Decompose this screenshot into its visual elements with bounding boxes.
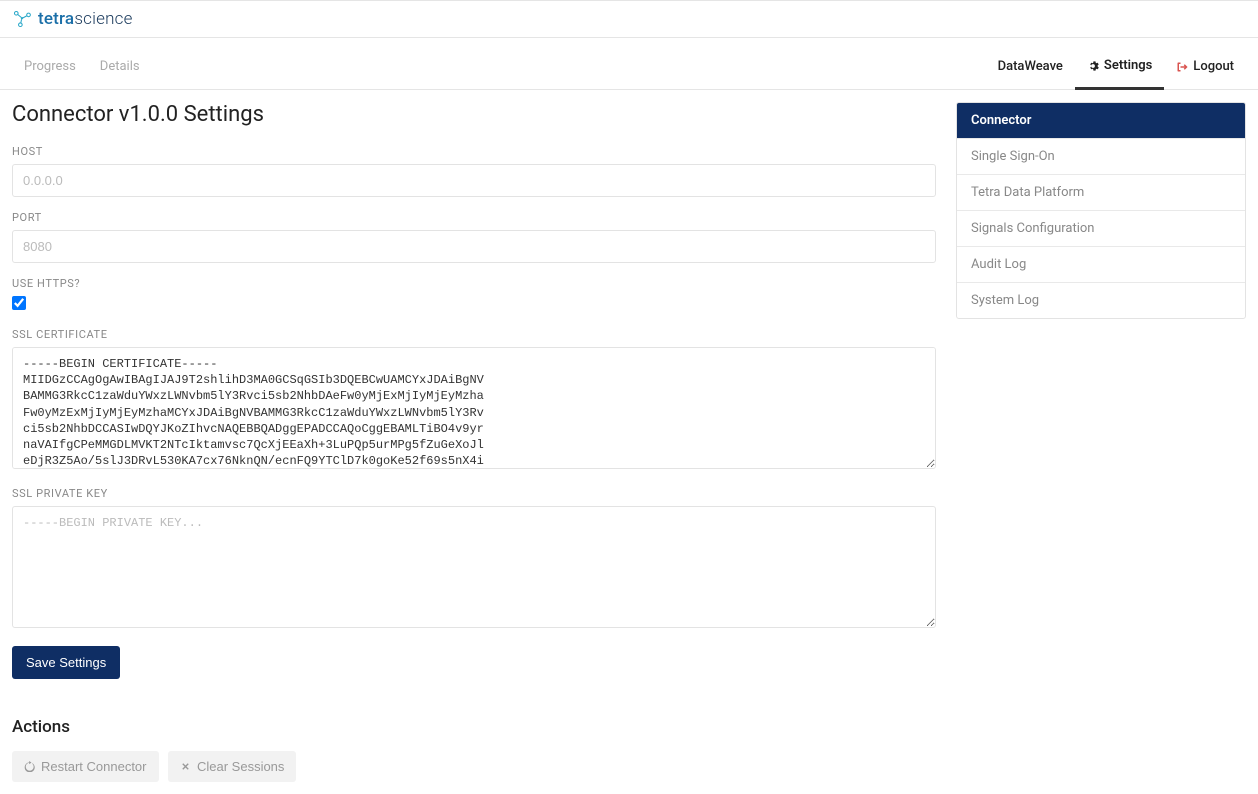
actions-heading: Actions [12,717,936,737]
port-label: PORT [12,211,936,224]
https-checkbox[interactable] [12,296,26,310]
save-settings-button[interactable]: Save Settings [12,646,120,679]
brand-logo[interactable]: tetrascience [12,9,133,29]
sidebar-item-audit-log[interactable]: Audit Log [957,247,1245,283]
close-icon [180,761,191,772]
host-input[interactable] [12,164,936,197]
sidebar-item-tdp[interactable]: Tetra Data Platform [957,175,1245,211]
ssl-key-label: SSL PRIVATE KEY [12,487,936,500]
settings-sidebar: Connector Single Sign-On Tetra Data Plat… [956,102,1246,319]
page-title: Connector v1.0.0 Settings [12,102,936,127]
content: Connector v1.0.0 Settings HOST PORT USE … [0,90,1258,794]
tab-details[interactable]: Details [88,45,152,88]
restart-connector-button[interactable]: Restart Connector [12,751,159,782]
sidebar-item-sso[interactable]: Single Sign-On [957,139,1245,175]
nav-logout[interactable]: Logout [1164,44,1246,89]
ssl-cert-textarea[interactable] [12,347,936,469]
clear-sessions-button[interactable]: Clear Sessions [168,751,296,782]
brand-text: tetrascience [38,9,133,29]
sidebar-item-signals[interactable]: Signals Configuration [957,211,1245,247]
tetra-logo-icon [12,10,32,28]
logout-icon [1176,61,1188,73]
sidebar-item-connector[interactable]: Connector [957,103,1245,139]
ssl-key-textarea[interactable] [12,506,936,628]
port-input[interactable] [12,230,936,263]
gear-icon [1087,60,1099,72]
main-panel: Connector v1.0.0 Settings HOST PORT USE … [12,102,936,782]
subnav-left: Progress Details [12,45,152,88]
nav-dataweave[interactable]: DataWeave [986,44,1075,89]
ssl-cert-label: SSL CERTIFICATE [12,328,936,341]
https-label: USE HTTPS? [12,277,936,290]
topbar: tetrascience [0,0,1258,38]
subnav-right: DataWeave Settings Logout [986,44,1246,89]
tab-progress[interactable]: Progress [12,45,88,88]
restart-icon [24,761,35,772]
sidebar-item-system-log[interactable]: System Log [957,283,1245,318]
nav-settings[interactable]: Settings [1075,44,1164,90]
host-label: HOST [12,145,936,158]
subnav: Progress Details DataWeave Settings Logo… [0,44,1258,90]
